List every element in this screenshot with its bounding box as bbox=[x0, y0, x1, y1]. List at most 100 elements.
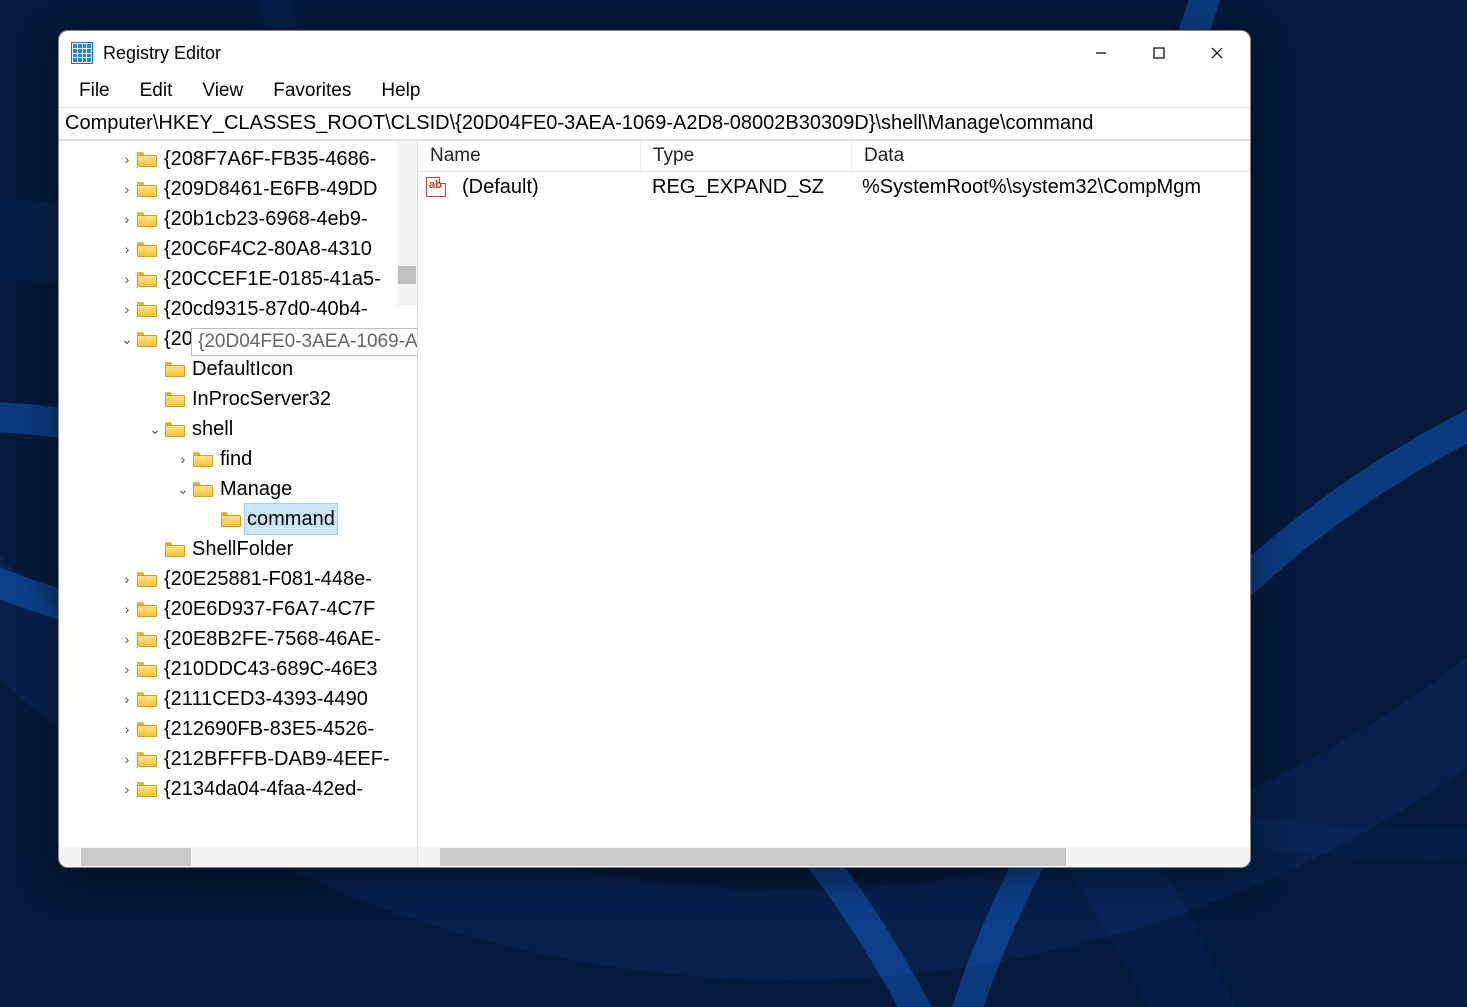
tree-item[interactable]: ›{20E6D937-F6A7-4C7F bbox=[59, 594, 417, 624]
column-header-name[interactable]: Name bbox=[418, 141, 641, 171]
scrollbar-thumb[interactable] bbox=[81, 848, 191, 866]
tree-item[interactable]: ›{2134da04-4faa-42ed- bbox=[59, 774, 417, 804]
tree-item[interactable]: › find bbox=[59, 444, 417, 474]
tree-item-label: Manage bbox=[219, 474, 293, 504]
folder-icon bbox=[137, 751, 157, 767]
folder-icon bbox=[137, 661, 157, 677]
expand-icon[interactable]: › bbox=[119, 774, 135, 804]
expand-icon[interactable]: › bbox=[119, 144, 135, 174]
expand-icon[interactable]: › bbox=[119, 294, 135, 324]
folder-icon bbox=[137, 631, 157, 647]
folder-icon bbox=[137, 691, 157, 707]
tree-item-label: {20CCEF1E-0185-41a5- bbox=[163, 264, 382, 294]
collapse-icon[interactable]: ⌄ bbox=[147, 414, 163, 444]
tree-item-label: {210DDC43-689C-46E3 bbox=[163, 654, 378, 684]
tree-item[interactable]: ›{212690FB-83E5-4526- bbox=[59, 714, 417, 744]
tree-vertical-scrollbar[interactable] bbox=[397, 141, 417, 306]
tree-item[interactable]: › {210DDC43-689C-46E3 bbox=[59, 654, 417, 684]
address-bar[interactable]: Computer\HKEY_CLASSES_ROOT\CLSID\{20D04F… bbox=[59, 107, 1250, 140]
column-header-data[interactable]: Data bbox=[852, 141, 1250, 171]
app-icon bbox=[71, 42, 93, 64]
expand-icon[interactable]: › bbox=[119, 744, 135, 774]
tree-item-label: command bbox=[244, 503, 338, 535]
expand-icon[interactable]: › bbox=[119, 684, 135, 714]
expand-icon[interactable]: › bbox=[175, 444, 191, 474]
tree-item[interactable]: ›{2111CED3-4393-4490 bbox=[59, 684, 417, 714]
tree-item[interactable]: ⌄shell bbox=[59, 414, 417, 444]
value-name: (Default) bbox=[450, 176, 640, 199]
folder-icon bbox=[137, 331, 157, 347]
folder-icon bbox=[137, 301, 157, 317]
folder-icon bbox=[137, 601, 157, 617]
expand-icon[interactable]: › bbox=[119, 174, 135, 204]
body-split: › {208F7A6F-FB35-4686- › {209D8461-E6FB-49D… bbox=[59, 140, 1250, 867]
menu-help[interactable]: Help bbox=[367, 76, 434, 106]
folder-icon bbox=[137, 151, 157, 167]
tree-item[interactable]: › {20E8B2FE-7568-46AE- bbox=[59, 624, 417, 654]
folder-icon bbox=[137, 781, 157, 797]
tree-item[interactable]: ⌄ Manage bbox=[59, 474, 417, 504]
tree-item-label: {20cd9315-87d0-40b4- bbox=[163, 294, 369, 324]
tree-item[interactable]: › {208F7A6F-FB35-4686- bbox=[59, 144, 417, 174]
tree-item-label: {20E25881-F081-448e- bbox=[163, 564, 373, 594]
menu-edit[interactable]: Edit bbox=[126, 76, 187, 106]
folder-icon bbox=[193, 451, 213, 467]
tree-item[interactable]: › {20E25881-F081-448e- bbox=[59, 564, 417, 594]
menu-view[interactable]: View bbox=[188, 76, 257, 106]
tree-item[interactable]: › {209D8461-E6FB-49DD bbox=[59, 174, 417, 204]
values-horizontal-scrollbar[interactable] bbox=[418, 847, 1250, 867]
folder-icon bbox=[193, 481, 213, 497]
folder-icon bbox=[165, 361, 185, 377]
registry-tree[interactable]: › {208F7A6F-FB35-4686- › {209D8461-E6FB-49D… bbox=[59, 141, 417, 847]
menu-file[interactable]: File bbox=[65, 76, 124, 106]
values-list[interactable]: ab(Default)REG_EXPAND_SZ%SystemRoot%\sys… bbox=[418, 172, 1250, 847]
folder-icon bbox=[165, 541, 185, 557]
expand-icon[interactable]: › bbox=[119, 594, 135, 624]
expand-icon[interactable]: › bbox=[119, 234, 135, 264]
tree-item[interactable]: InProcServer32 bbox=[59, 384, 417, 414]
expand-icon[interactable]: › bbox=[119, 654, 135, 684]
window-title: Registry Editor bbox=[103, 43, 221, 64]
string-value-icon: ab bbox=[426, 177, 446, 197]
tree-pane: › {208F7A6F-FB35-4686- › {209D8461-E6FB-49D… bbox=[59, 141, 418, 867]
value-row[interactable]: ab(Default)REG_EXPAND_SZ%SystemRoot%\sys… bbox=[418, 172, 1250, 202]
tree-item[interactable]: › {20cd9315-87d0-40b4- bbox=[59, 294, 417, 324]
folder-icon bbox=[137, 271, 157, 287]
tree-item[interactable]: › {20b1cb23-6968-4eb9- bbox=[59, 204, 417, 234]
value-type: REG_EXPAND_SZ bbox=[640, 176, 850, 199]
tree-item-label: {208F7A6F-FB35-4686- bbox=[163, 144, 377, 174]
tree-item-label: {209D8461-E6FB-49DD bbox=[163, 174, 378, 204]
scrollbar-thumb[interactable] bbox=[398, 266, 416, 284]
tree-item[interactable]: ›{212BFFFB-DAB9-4EEF- bbox=[59, 744, 417, 774]
folder-icon bbox=[221, 511, 241, 527]
folder-icon bbox=[137, 241, 157, 257]
tree-horizontal-scrollbar[interactable] bbox=[59, 847, 417, 867]
tree-item-label: {20E8B2FE-7568-46AE- bbox=[163, 624, 382, 654]
tree-item-label: {20b1cb23-6968-4eb9- bbox=[163, 204, 369, 234]
tree-item[interactable]: command bbox=[59, 504, 417, 534]
close-button[interactable] bbox=[1188, 31, 1246, 75]
expand-icon[interactable]: › bbox=[119, 564, 135, 594]
folder-icon bbox=[137, 721, 157, 737]
tree-item[interactable]: › {20CCEF1E-0185-41a5- bbox=[59, 264, 417, 294]
column-header-type[interactable]: Type bbox=[641, 141, 852, 171]
folder-icon bbox=[165, 421, 185, 437]
scrollbar-thumb[interactable] bbox=[440, 848, 1066, 866]
expand-icon[interactable]: › bbox=[119, 714, 135, 744]
expand-icon[interactable]: › bbox=[119, 264, 135, 294]
tree-item[interactable]: ShellFolder bbox=[59, 534, 417, 564]
menu-favorites[interactable]: Favorites bbox=[259, 76, 365, 106]
collapse-icon[interactable]: ⌄ bbox=[175, 474, 191, 504]
title-bar[interactable]: Registry Editor bbox=[59, 31, 1250, 75]
maximize-button[interactable] bbox=[1130, 31, 1188, 75]
tree-item-label: {20C6F4C2-80A8-4310 bbox=[163, 234, 373, 264]
tree-item-label: find bbox=[219, 444, 253, 474]
tree-item[interactable]: DefaultIcon bbox=[59, 354, 417, 384]
collapse-icon[interactable]: ⌄ bbox=[119, 324, 135, 354]
expand-icon[interactable]: › bbox=[119, 204, 135, 234]
expand-icon[interactable]: › bbox=[119, 624, 135, 654]
tree-item-label: InProcServer32 bbox=[191, 384, 332, 414]
value-data: %SystemRoot%\system32\CompMgm bbox=[850, 176, 1201, 199]
tree-item[interactable]: › {20C6F4C2-80A8-4310 bbox=[59, 234, 417, 264]
minimize-button[interactable] bbox=[1072, 31, 1130, 75]
